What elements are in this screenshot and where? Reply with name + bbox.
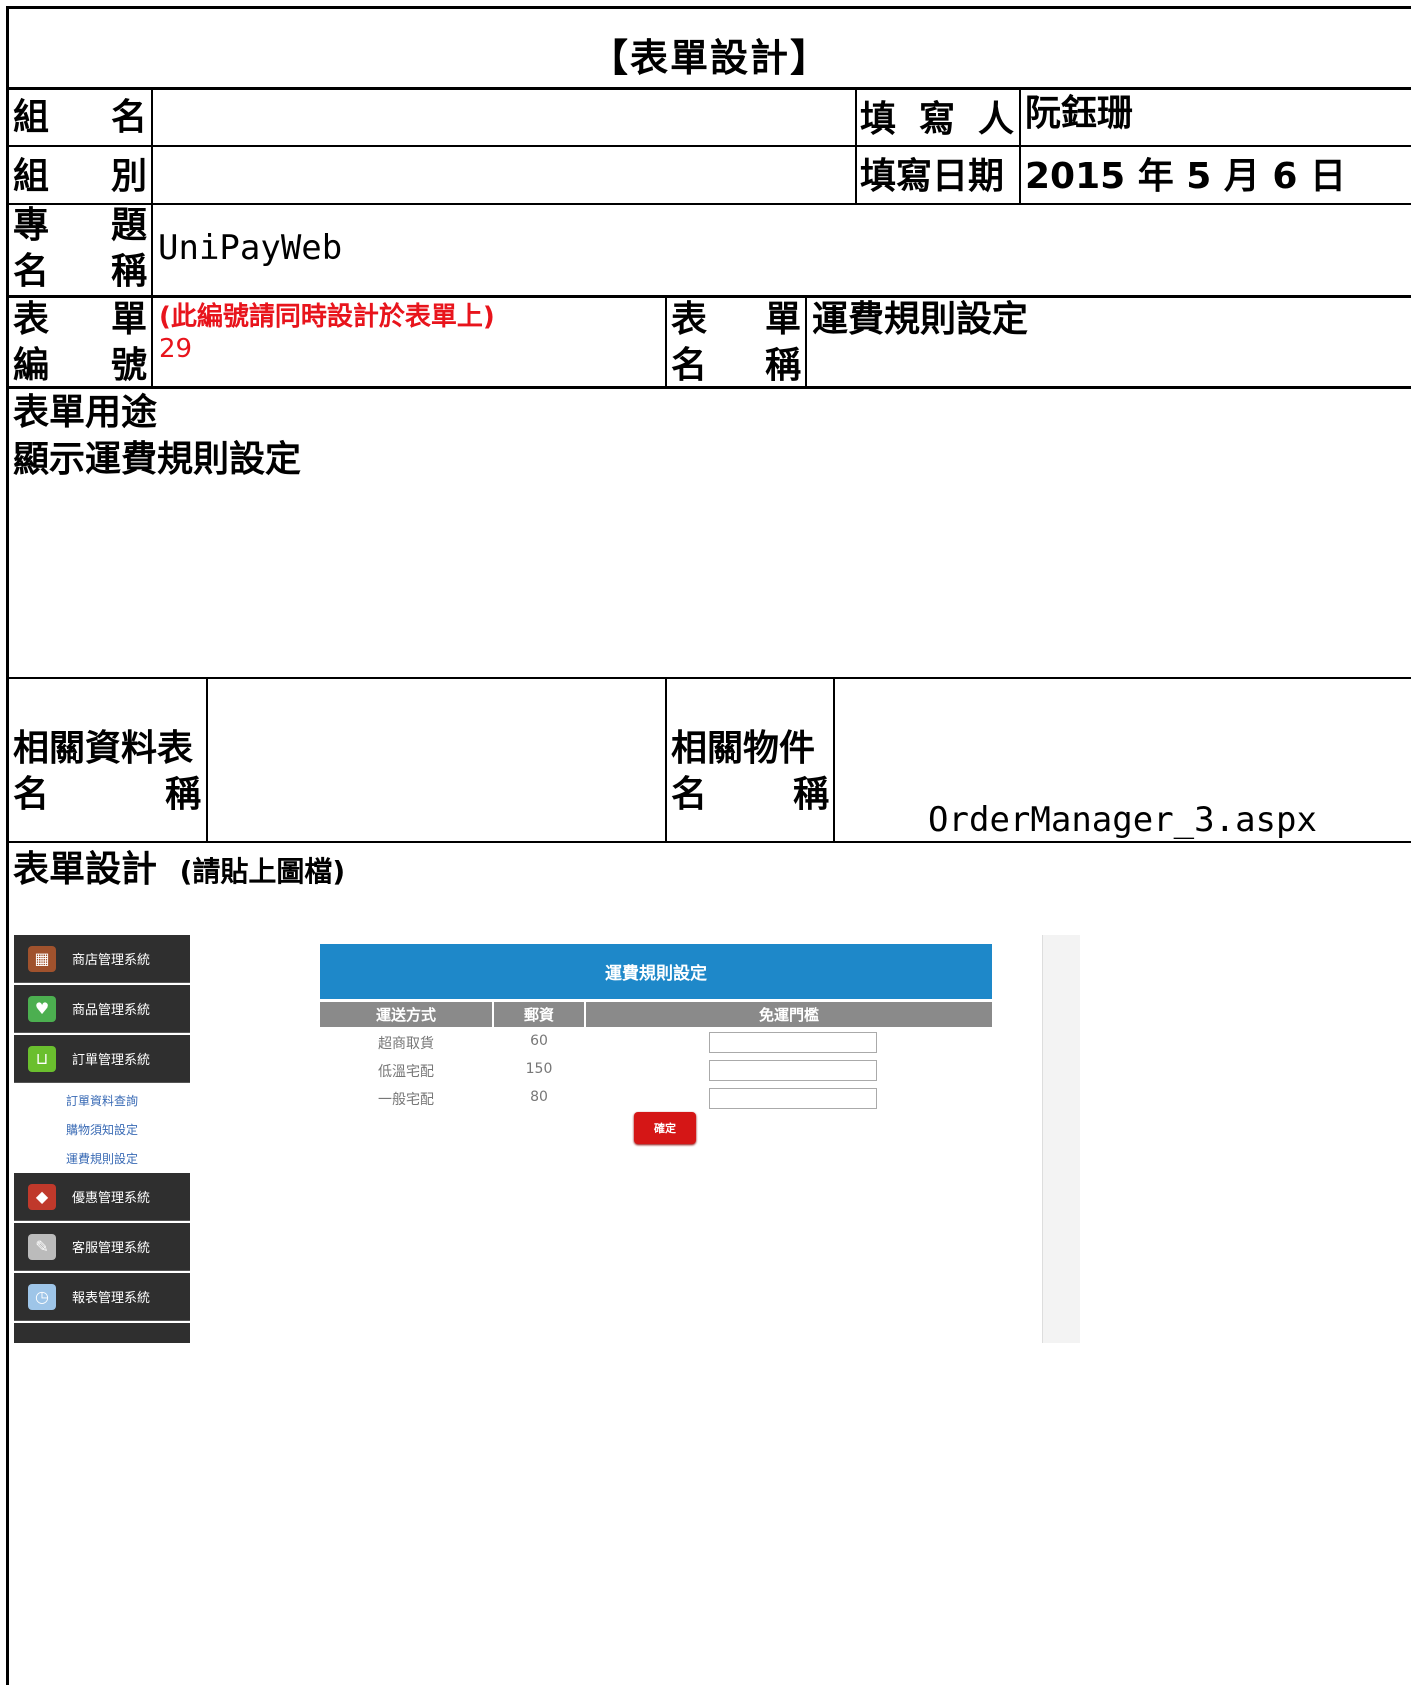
project-value: UniPayWeb — [158, 228, 343, 268]
scroll-panel — [1042, 935, 1080, 1343]
design-screenshot: ▦ 商店管理系統 ♥ 商品管理系統 ⊔ 訂單管理系統 訂單資料查詢 購物須知設定… — [14, 935, 1091, 1343]
row-method: 低溫宅配 — [378, 1064, 434, 1080]
column-header-threshold: 免運門檻 — [586, 1002, 992, 1027]
purpose-value: 顯示運費規則設定 — [13, 439, 302, 480]
project-label: 專題 名稱 — [13, 205, 147, 292]
purpose-label: 表單用途 — [13, 392, 158, 433]
sidebar-item-reports[interactable]: ◷ 報表管理系統 — [14, 1273, 190, 1321]
design-label: 表單設計 (請貼上圖檔) — [13, 849, 346, 890]
related-object-value: OrderManager_3.aspx — [928, 800, 1317, 840]
store-icon: ▦ — [28, 945, 56, 972]
sidebar-footer — [14, 1323, 190, 1343]
sidebar-item-store[interactable]: ▦ 商店管理系統 — [14, 935, 190, 983]
row-fee: 60 — [530, 1033, 548, 1049]
page-banner: 運費規則設定 — [320, 944, 992, 999]
rule — [665, 295, 667, 387]
note-icon: ✎ — [28, 1233, 56, 1260]
fill-date-value: 2015 年 5 月 6 日 — [1025, 156, 1346, 197]
report-icon: ◷ — [28, 1283, 56, 1310]
confirm-button[interactable]: 確定 — [634, 1112, 696, 1144]
column-header-method: 運送方式 — [320, 1002, 492, 1027]
filler-value: 阮鈺珊 — [1025, 93, 1134, 134]
form-name-label: 表單 名稱 — [671, 299, 801, 386]
row-fee: 150 — [525, 1061, 553, 1077]
rule — [805, 295, 807, 387]
submenu-order-query[interactable]: 訂單資料查詢 — [66, 1092, 138, 1109]
rule — [206, 677, 208, 843]
form-name-value: 運費規則設定 — [812, 299, 1029, 340]
row-method: 一般宅配 — [378, 1092, 434, 1108]
rule — [9, 203, 1411, 205]
threshold-input[interactable] — [709, 1032, 877, 1053]
related-object-label: 相關物件 名稱 — [671, 728, 829, 815]
rule — [151, 87, 153, 387]
rule — [9, 677, 1411, 679]
form-title: 【表單設計】 — [589, 36, 830, 80]
threshold-input[interactable] — [709, 1088, 877, 1109]
form-no-label: 表單 編號 — [13, 299, 147, 386]
form-no-value: 29 — [159, 334, 193, 364]
column-header-fee: 郵資 — [494, 1002, 584, 1027]
shopping-bag-icon: ♥ — [28, 995, 56, 1022]
fill-date-label: 填寫日期 — [860, 156, 1005, 197]
group-label: 組別 — [13, 156, 147, 197]
related-table-label: 相關資料表 名稱 — [13, 728, 201, 815]
tag-icon: ◆ — [28, 1183, 56, 1210]
rule — [855, 87, 857, 205]
threshold-input[interactable] — [709, 1060, 877, 1081]
form-no-note: (此編號請同時設計於表單上) — [159, 302, 495, 332]
sidebar-item-promotions[interactable]: ◆ 優惠管理系統 — [14, 1173, 190, 1221]
submenu-shipping-rules[interactable]: 運費規則設定 — [66, 1150, 138, 1167]
rule — [9, 87, 1411, 90]
sidebar-item-orders[interactable]: ⊔ 訂單管理系統 — [14, 1035, 190, 1083]
rule — [1019, 87, 1021, 205]
basket-icon: ⊔ — [28, 1045, 56, 1072]
submenu-shopping-notice[interactable]: 購物須知設定 — [66, 1121, 138, 1138]
sidebar-item-products[interactable]: ♥ 商品管理系統 — [14, 985, 190, 1033]
row-method: 超商取貨 — [378, 1036, 434, 1052]
sidebar: ▦ 商店管理系統 ♥ 商品管理系統 ⊔ 訂單管理系統 訂單資料查詢 購物須知設定… — [14, 935, 190, 1343]
filler-label: 填寫人 — [860, 99, 1014, 140]
group-name-label: 組名 — [13, 97, 147, 138]
rule — [665, 677, 667, 843]
sidebar-item-service[interactable]: ✎ 客服管理系統 — [14, 1223, 190, 1271]
row-fee: 80 — [530, 1089, 548, 1105]
rule — [9, 145, 1411, 147]
form-sheet: 【表單設計】 組名 填寫人 阮鈺珊 組別 填寫日期 2015 年 5 月 6 日… — [6, 6, 1411, 1685]
